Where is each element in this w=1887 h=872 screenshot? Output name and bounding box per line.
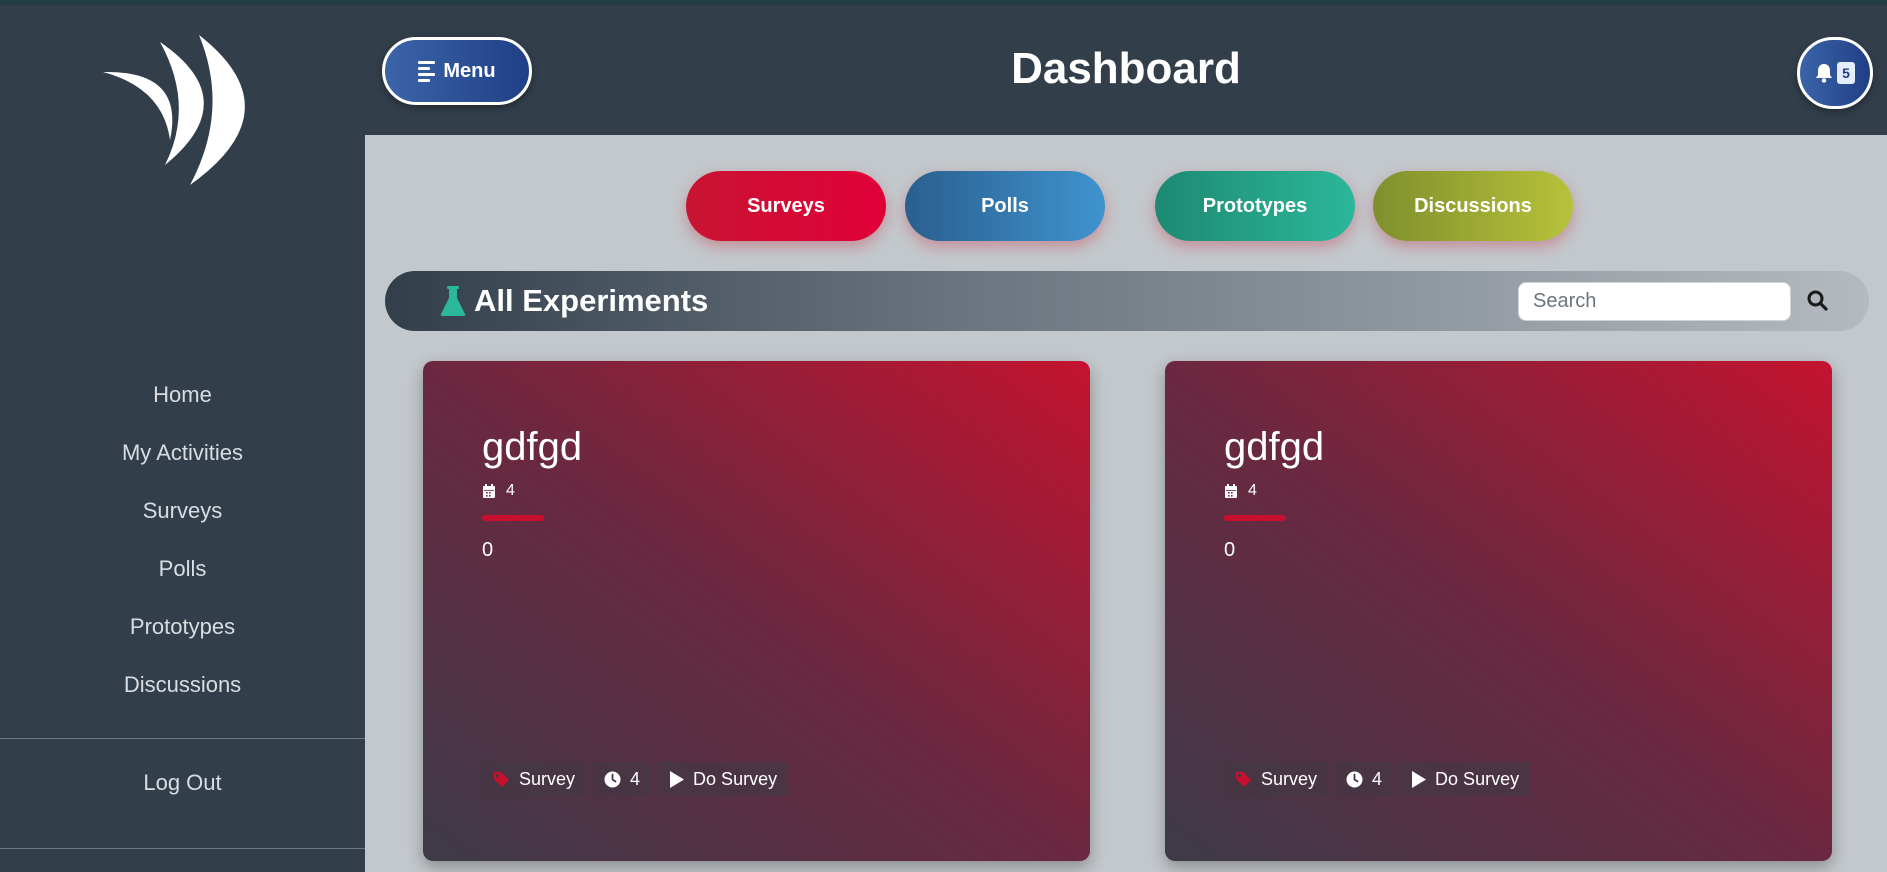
experiments-bar: All Experiments (385, 271, 1869, 331)
notification-badge: 5 (1837, 62, 1855, 84)
experiments-heading: All Experiments (440, 283, 708, 319)
tag-icon (1236, 772, 1251, 787)
logo (103, 35, 245, 185)
type-label: Survey (519, 768, 576, 789)
search-input[interactable] (1518, 282, 1791, 321)
notifications-button[interactable]: 5 (1797, 37, 1873, 109)
time-tag: 4 (1335, 762, 1394, 796)
do-survey-button[interactable]: Do Survey (1400, 762, 1531, 796)
search-icon[interactable] (1803, 286, 1833, 316)
sidebar-item-my-activities[interactable]: My Activities (0, 430, 365, 488)
card-accent-bar (1224, 515, 1286, 521)
type-label: Survey (1261, 768, 1318, 789)
logout-link[interactable]: Log Out (0, 770, 365, 796)
sidebar: Home My Activities Surveys Polls Prototy… (0, 0, 365, 872)
do-survey-button[interactable]: Do Survey (658, 762, 789, 796)
card-accent-bar (482, 515, 544, 521)
experiments-title: All Experiments (474, 283, 709, 318)
sidebar-divider (0, 738, 365, 739)
do-survey-label: Do Survey (1435, 768, 1520, 789)
sidebar-item-surveys[interactable]: Surveys (0, 488, 365, 546)
card-date: 4 (482, 482, 515, 500)
card-date: 4 (1224, 482, 1257, 500)
sidebar-nav: Home My Activities Surveys Polls Prototy… (0, 372, 365, 720)
time-value: 4 (1372, 768, 1383, 789)
sidebar-item-prototypes[interactable]: Prototypes (0, 604, 365, 662)
page-title: Dashboard (1011, 44, 1241, 93)
sidebar-item-polls[interactable]: Polls (0, 546, 365, 604)
category-discussions-button[interactable]: Discussions (1373, 171, 1573, 241)
type-tag: Survey (1224, 762, 1329, 796)
bell-icon (1816, 64, 1832, 83)
card-tags: Survey 4 Do Survey (1224, 762, 1531, 796)
card-title: gdfgd (482, 425, 583, 469)
sidebar-item-discussions[interactable]: Discussions (0, 662, 365, 720)
experiment-card[interactable]: gdfgd 4 0 Survey 4 Do Survey (1165, 361, 1832, 861)
card-tags: Survey 4 Do Survey (482, 762, 789, 796)
category-surveys-button[interactable]: Surveys (686, 171, 886, 241)
flask-icon (440, 286, 466, 316)
play-icon (1412, 770, 1427, 788)
experiment-card[interactable]: gdfgd 4 0 Survey 4 Do Survey (423, 361, 1090, 861)
sidebar-item-home[interactable]: Home (0, 372, 365, 430)
card-date-value: 4 (506, 482, 515, 499)
card-title: gdfgd (1224, 425, 1325, 469)
category-polls-button[interactable]: Polls (905, 171, 1105, 241)
type-tag: Survey (482, 762, 587, 796)
clock-icon (604, 771, 621, 787)
tag-icon (494, 772, 509, 787)
time-value: 4 (630, 768, 641, 789)
time-tag: 4 (593, 762, 652, 796)
calendar-icon (1225, 483, 1237, 498)
clock-icon (1346, 771, 1363, 787)
card-count: 0 (482, 539, 494, 561)
sidebar-divider (0, 848, 365, 849)
calendar-icon (483, 483, 495, 498)
card-date-value: 4 (1248, 482, 1257, 499)
play-icon (670, 770, 685, 788)
header: Menu Dashboard 5 (365, 0, 1887, 135)
card-count: 0 (1224, 539, 1236, 561)
top-accent-line (0, 0, 1887, 5)
category-prototypes-button[interactable]: Prototypes (1155, 171, 1355, 241)
do-survey-label: Do Survey (693, 768, 778, 789)
